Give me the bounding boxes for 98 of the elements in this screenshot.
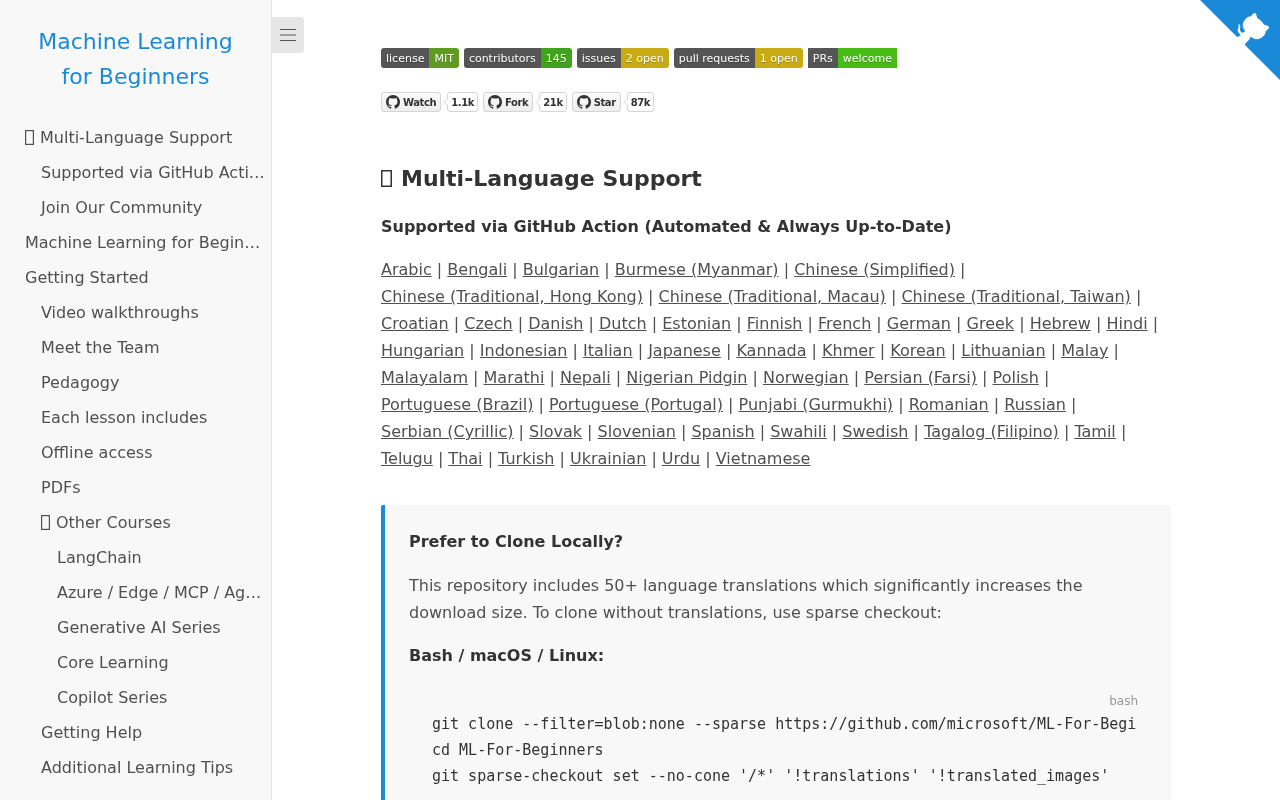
language-link[interactable]: Urdu — [661, 449, 701, 468]
language-link[interactable]: Khmer — [822, 341, 875, 360]
language-link[interactable]: Marathi — [483, 368, 545, 387]
badge-label[interactable]: issues — [576, 48, 621, 68]
menu-toggle-button[interactable] — [272, 17, 304, 53]
language-link[interactable]: Korean — [890, 341, 946, 360]
language-link[interactable]: Chinese (Simplified) — [794, 260, 955, 279]
language-link[interactable]: Slovenian — [597, 422, 676, 441]
language-link[interactable]: Polish — [992, 368, 1039, 387]
language-link[interactable]: Arabic — [381, 260, 432, 279]
sidebar-link[interactable]: Azure / Edge / MCP / Ag… — [57, 582, 262, 603]
code-line: git clone --filter=blob:none --sparse https://github.com/microsoft/ML-For-Begi — [432, 714, 1137, 735]
language-link[interactable]: Bulgarian — [522, 260, 600, 279]
sidebar-link[interactable]: Generative AI Series — [57, 617, 221, 638]
language-link[interactable]: Malay — [1061, 341, 1109, 360]
sidebar-link[interactable]: LangChain — [57, 547, 142, 568]
language-link[interactable]: Norwegian — [762, 368, 849, 387]
language-link[interactable]: Bengali — [447, 260, 508, 279]
code-language-label: bash — [1109, 693, 1138, 709]
language-link[interactable]: German — [886, 314, 951, 333]
sidebar-link[interactable]: Getting Help — [41, 722, 143, 743]
language-link[interactable]: Lithuanian — [961, 341, 1046, 360]
language-link[interactable]: Chinese (Traditional, Macau) — [658, 287, 886, 306]
sidebar-link[interactable]: Offline access — [41, 442, 153, 463]
language-link[interactable]: Italian — [582, 341, 633, 360]
github-icon — [488, 95, 502, 109]
language-link[interactable]: Romanian — [908, 395, 989, 414]
menu-icon — [280, 29, 296, 41]
language-link[interactable]: Slovak — [529, 422, 582, 441]
language-link[interactable]: Ukrainian — [569, 449, 647, 468]
language-link[interactable]: Danish — [528, 314, 584, 333]
language-link[interactable]: Thai — [448, 449, 483, 468]
language-link[interactable]: Persian (Farsi) — [864, 368, 977, 387]
language-link[interactable]: Chinese (Traditional, Hong Kong) — [381, 287, 643, 306]
language-link[interactable]: Dutch — [598, 314, 647, 333]
language-link[interactable]: Estonian — [662, 314, 732, 333]
code-line: cd ML-For-Beginners — [432, 740, 604, 761]
sidebar-link[interactable]: Each lesson includes — [41, 407, 208, 428]
repo-count-link[interactable]: 87k — [626, 92, 655, 112]
callout-title: Prefer to Clone Locally? — [409, 531, 625, 553]
language-link[interactable]: Spanish — [691, 422, 755, 441]
sidebar-link[interactable]: Join Our Community — [41, 197, 203, 218]
language-link[interactable]: Swedish — [842, 422, 909, 441]
sidebar-link[interactable]: Getting Started — [25, 267, 149, 288]
badge-label[interactable]: contributors — [463, 48, 541, 68]
language-link[interactable]: Hebrew — [1029, 314, 1091, 333]
language-link[interactable]: Turkish — [498, 449, 555, 468]
sidebar-link[interactable]: PDFs — [41, 477, 81, 498]
code-heading: Bash / macOS / Linux: — [409, 645, 606, 667]
callout-text: This repository includes 50+ language translations which significantly increases the download size. To clone without translations, use sparse checkout: — [409, 575, 1084, 624]
language-link[interactable]: Vietnamese — [715, 449, 811, 468]
language-link[interactable]: Hindi — [1106, 314, 1148, 333]
subsection-heading: Supported via GitHub Action (Automated & Always Up-to-Date) — [381, 216, 953, 238]
language-link[interactable]: Hungarian — [381, 341, 465, 360]
language-link[interactable]: Nigerian Pidgin — [626, 368, 748, 387]
language-link[interactable]: Tagalog (Filipino) — [924, 422, 1059, 441]
repo-action-button[interactable]: Star — [571, 92, 621, 112]
language-link[interactable]: Indonesian — [479, 341, 568, 360]
sidebar-link[interactable]: Supported via GitHub Acti… — [41, 162, 265, 183]
language-link[interactable]: Japanese — [648, 341, 721, 360]
language-link[interactable]: Burmese (Myanmar) — [614, 260, 779, 279]
sidebar-link[interactable]: Other Courses — [41, 512, 171, 533]
github-icon — [576, 95, 591, 109]
language-link[interactable]: Czech — [464, 314, 513, 333]
language-link[interactable]: Swahili — [770, 422, 827, 441]
language-link[interactable]: Serbian (Cyrillic) — [381, 422, 514, 441]
language-link[interactable]: French — [818, 314, 872, 333]
language-link[interactable]: Kannada — [736, 341, 807, 360]
sidebar-link[interactable]: Additional Learning Tips — [41, 757, 234, 778]
badge-label[interactable]: license — [381, 48, 430, 68]
language-link[interactable]: Finnish — [746, 314, 803, 333]
language-link[interactable]: Portuguese (Portugal) — [549, 395, 723, 414]
language-link[interactable]: Nepali — [560, 368, 611, 387]
repo-action-button[interactable]: Watch — [381, 92, 442, 112]
language-link[interactable]: Russian — [1004, 395, 1066, 414]
code-line: git sparse-checkout set --no-cone '/*' '!translations' '!translated_images' — [432, 766, 1110, 787]
sidebar-link[interactable]: Meet the Team — [41, 337, 160, 358]
language-link[interactable]: Portuguese (Brazil) — [381, 395, 534, 414]
sidebar-link[interactable]: Copilot Series — [57, 687, 168, 708]
badge-label[interactable]: pull requests — [673, 48, 755, 68]
language-link[interactable]: Malayalam — [381, 368, 468, 387]
language-link[interactable]: Telugu — [381, 449, 433, 468]
repo-action-button[interactable]: Fork — [483, 92, 534, 112]
github-icon — [386, 95, 400, 109]
github-corner-icon[interactable] — [1200, 0, 1280, 80]
sidebar-link[interactable]: Multi-Language Support — [25, 127, 233, 148]
language-link[interactable]: Punjabi (Gurmukhi) — [738, 395, 894, 414]
sidebar-link[interactable]: Core Learning — [57, 652, 169, 673]
sidebar-link[interactable]: Video walkthroughs — [41, 302, 199, 323]
language-link[interactable]: Croatian — [381, 314, 449, 333]
language-link[interactable]: Chinese (Traditional, Taiwan) — [901, 287, 1131, 306]
badge-label[interactable]: PRs — [807, 48, 838, 68]
sidebar-link[interactable]: Pedagogy — [41, 372, 120, 393]
language-link[interactable]: Tamil — [1074, 422, 1116, 441]
sidebar-link[interactable]: Machine Learning for Begin… — [25, 232, 261, 253]
language-link[interactable]: Greek — [966, 314, 1015, 333]
section-heading: Multi-Language Support — [401, 165, 702, 193]
language-list: Arabic | Bengali | Bulgarian | Burmese (Myanmar) | Chinese (Simplified) | Chinese (Traditional, Hong Kong) | Chinese (Traditional, Macau) | Chinese (Traditional, Taiwan) | Croatian | Czech | Danish | Dutch | Estonian | Finnish | French | German | Greek | Hebrew | Hindi | Hungarian | Indonesian | Italian | Japanese | Kannada | Khmer | Korean | Lithuanian | Malay | Malayalam | Marathi | Nepali | Nigerian Pidgin | Norwegian | Persian (Farsi) | Polish | Portuguese (Brazil) | Portuguese (Portugal) | Punjabi (Gurmukhi) | Romanian | Russian | Serbian (Cyrillic) | Slovak | Slovenian | Spanish | Swahili | Swedish | Tagalog (Filipino) | Tamil | Telugu | Thai | Turkish | Ukrainian | Urdu | Vietnamese — [381, 256, 1171, 472]
